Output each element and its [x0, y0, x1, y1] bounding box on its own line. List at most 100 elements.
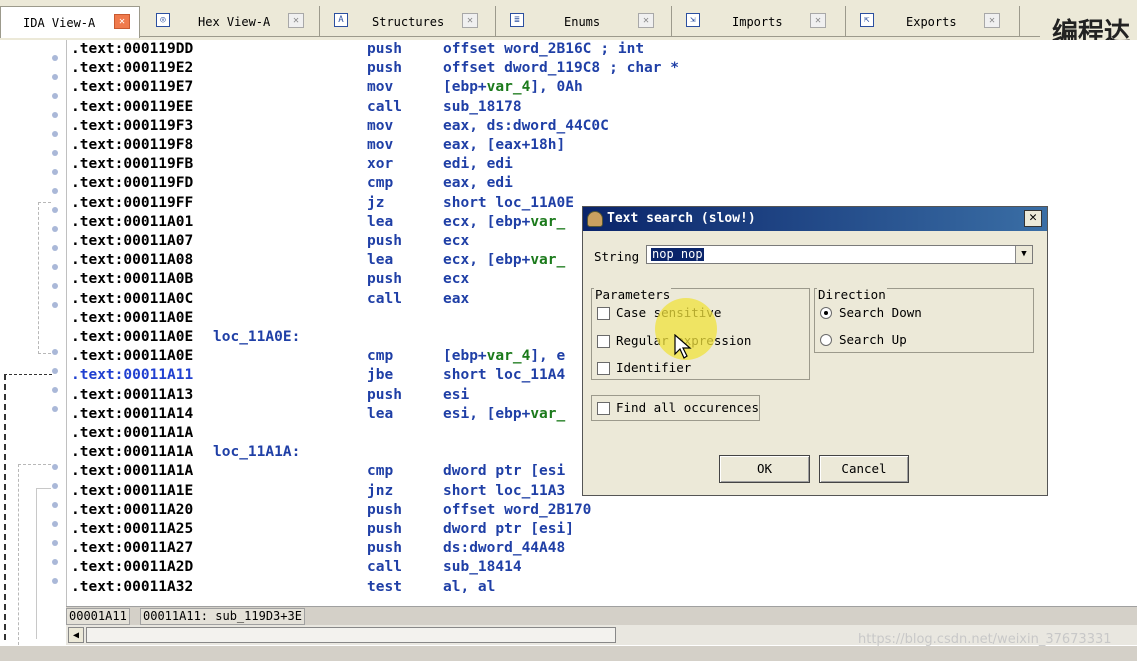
address[interactable]: .text:00011A11 — [71, 366, 193, 385]
operand-cell[interactable]: ds:dword_44A48 — [443, 539, 565, 558]
operand-cell[interactable]: short loc_11A4 — [443, 366, 565, 385]
operand[interactable]: esi, [ebp+var_ — [443, 406, 565, 422]
mnemonic[interactable]: push — [367, 501, 402, 520]
mnemonic[interactable]: jz — [367, 194, 384, 213]
operand-cell[interactable]: offset word_2B16C ; int — [443, 40, 644, 59]
address[interactable]: .text:00011A1A — [71, 443, 193, 462]
operand[interactable]: [ebp+var_4], e — [443, 348, 565, 364]
operand-cell[interactable]: short loc_11A3 — [443, 482, 565, 501]
listing-row[interactable]: .text:000119DD push offset word_2B16C ; int — [67, 40, 1137, 59]
operand[interactable]: short loc_11A3 — [443, 483, 565, 499]
mnemonic[interactable]: xor — [367, 155, 393, 174]
operand[interactable]: dword ptr [esi] — [443, 521, 574, 537]
close-icon[interactable]: ✕ — [810, 13, 826, 28]
mnemonic[interactable]: mov — [367, 78, 393, 97]
operand[interactable]: ecx — [443, 233, 469, 249]
operand-cell[interactable]: [ebp+var_4], 0Ah — [443, 78, 583, 97]
mnemonic[interactable]: cmp — [367, 462, 393, 481]
chevron-down-icon[interactable]: ▼ — [1015, 246, 1032, 263]
address[interactable]: .text:00011A14 — [71, 405, 193, 424]
listing-row[interactable]: .text:000119EE call sub_18178 — [67, 98, 1137, 117]
operand-cell[interactable]: ecx, [ebp+var_ — [443, 251, 565, 270]
ok-button[interactable]: OK — [719, 455, 810, 483]
regular-expression-checkbox[interactable] — [597, 335, 610, 348]
search-down-radio[interactable] — [820, 307, 832, 319]
operand[interactable]: offset dword_119C8 — [443, 60, 600, 76]
mnemonic[interactable]: jbe — [367, 366, 393, 385]
listing-row[interactable]: .text:000119FB xor edi, edi — [67, 155, 1137, 174]
operand[interactable]: sub_18178 — [443, 99, 522, 115]
operand-cell[interactable]: sub_18414 — [443, 558, 522, 577]
address[interactable]: .text:00011A2D — [71, 558, 193, 577]
listing-row[interactable]: .text:00011A25 push dword ptr [esi] — [67, 520, 1137, 539]
mnemonic[interactable]: mov — [367, 136, 393, 155]
mnemonic[interactable]: call — [367, 558, 402, 577]
mnemonic[interactable]: test — [367, 578, 402, 597]
address[interactable]: .text:000119E2 — [71, 59, 193, 78]
operand[interactable]: al, al — [443, 579, 495, 595]
listing-row[interactable]: .text:000119F8 mov eax, [eax+18h] — [67, 136, 1137, 155]
operand[interactable]: esi — [443, 387, 469, 403]
code-label[interactable]: loc_11A1A: — [213, 443, 300, 462]
address[interactable]: .text:00011A1A — [71, 424, 193, 443]
operand-cell[interactable]: al, al — [443, 578, 495, 597]
operand-cell[interactable]: eax, ds:dword_44C0C — [443, 117, 609, 136]
operand-cell[interactable]: eax — [443, 290, 469, 309]
tab-hex-view-a[interactable]: ◎ Hex View-A ✕ — [146, 6, 320, 36]
mnemonic[interactable]: push — [367, 270, 402, 289]
tab-imports[interactable]: ⇲ Imports ✕ — [676, 6, 846, 36]
operand[interactable]: sub_18414 — [443, 559, 522, 575]
address[interactable]: .text:00011A1A — [71, 462, 193, 481]
scroll-thumb[interactable] — [86, 627, 616, 643]
address[interactable]: .text:00011A13 — [71, 386, 193, 405]
mnemonic[interactable]: push — [367, 386, 402, 405]
mnemonic[interactable]: jnz — [367, 482, 393, 501]
dialog-title-bar[interactable]: Text search (slow!) ✕ — [583, 207, 1047, 231]
operand[interactable]: offset word_2B170 — [443, 502, 591, 518]
operand[interactable]: eax, [eax+18h] — [443, 137, 565, 153]
address[interactable]: .text:000119FD — [71, 174, 193, 193]
address[interactable]: .text:00011A20 — [71, 501, 193, 520]
operand-cell[interactable]: edi, edi — [443, 155, 513, 174]
tab-exports[interactable]: ⇱ Exports ✕ — [850, 6, 1020, 36]
tab-enums[interactable]: ≣ Enums ✕ — [500, 6, 672, 36]
address[interactable]: .text:00011A0B — [71, 270, 193, 289]
close-icon[interactable]: ✕ — [288, 13, 304, 28]
operand[interactable]: ds:dword_44A48 — [443, 540, 565, 556]
operand[interactable]: short loc_11A0E — [443, 195, 574, 211]
address[interactable]: .text:00011A32 — [71, 578, 193, 597]
address[interactable]: .text:000119FB — [71, 155, 193, 174]
mnemonic[interactable]: push — [367, 539, 402, 558]
operand[interactable]: ecx — [443, 271, 469, 287]
listing-row[interactable]: .text:00011A32 test al, al — [67, 578, 1137, 597]
tab-ida-view-a[interactable]: IDA View-A ✕ — [0, 6, 140, 38]
operand-cell[interactable]: esi — [443, 386, 469, 405]
address[interactable]: .text:00011A0C — [71, 290, 193, 309]
address[interactable]: .text:000119E7 — [71, 78, 193, 97]
operand[interactable]: ecx, [ebp+var_ — [443, 214, 565, 230]
listing-row[interactable]: .text:000119E2 push offset dword_119C8 ; ch… — [67, 59, 1137, 78]
string-input[interactable]: nop nop — [651, 248, 704, 261]
operand-cell[interactable]: eax, [eax+18h] — [443, 136, 565, 155]
scroll-left-icon[interactable]: ◀ — [68, 627, 84, 643]
operand[interactable]: ecx, [ebp+var_ — [443, 252, 565, 268]
operand-cell[interactable]: ecx, [ebp+var_ — [443, 213, 565, 232]
listing-row[interactable]: .text:00011A20 push offset word_2B170 — [67, 501, 1137, 520]
mnemonic[interactable]: lea — [367, 213, 393, 232]
mnemonic[interactable]: push — [367, 520, 402, 539]
code-label[interactable]: loc_11A0E: — [213, 328, 300, 347]
mnemonic[interactable]: mov — [367, 117, 393, 136]
listing-row[interactable]: .text:000119E7 mov [ebp+var_4], 0Ah — [67, 78, 1137, 97]
tab-structures[interactable]: A Structures ✕ — [324, 6, 496, 36]
operand-cell[interactable]: [ebp+var_4], e — [443, 347, 565, 366]
mnemonic[interactable]: push — [367, 40, 402, 59]
listing-row[interactable]: .text:00011A2D call sub_18414 — [67, 558, 1137, 577]
operand-cell[interactable]: ecx — [443, 232, 469, 251]
address[interactable]: .text:00011A0E — [71, 309, 193, 328]
operand-cell[interactable]: esi, [ebp+var_ — [443, 405, 565, 424]
operand-cell[interactable]: eax, edi — [443, 174, 513, 193]
mnemonic[interactable]: push — [367, 232, 402, 251]
close-icon[interactable]: ✕ — [984, 13, 1000, 28]
mnemonic[interactable]: push — [367, 59, 402, 78]
address[interactable]: .text:00011A01 — [71, 213, 193, 232]
